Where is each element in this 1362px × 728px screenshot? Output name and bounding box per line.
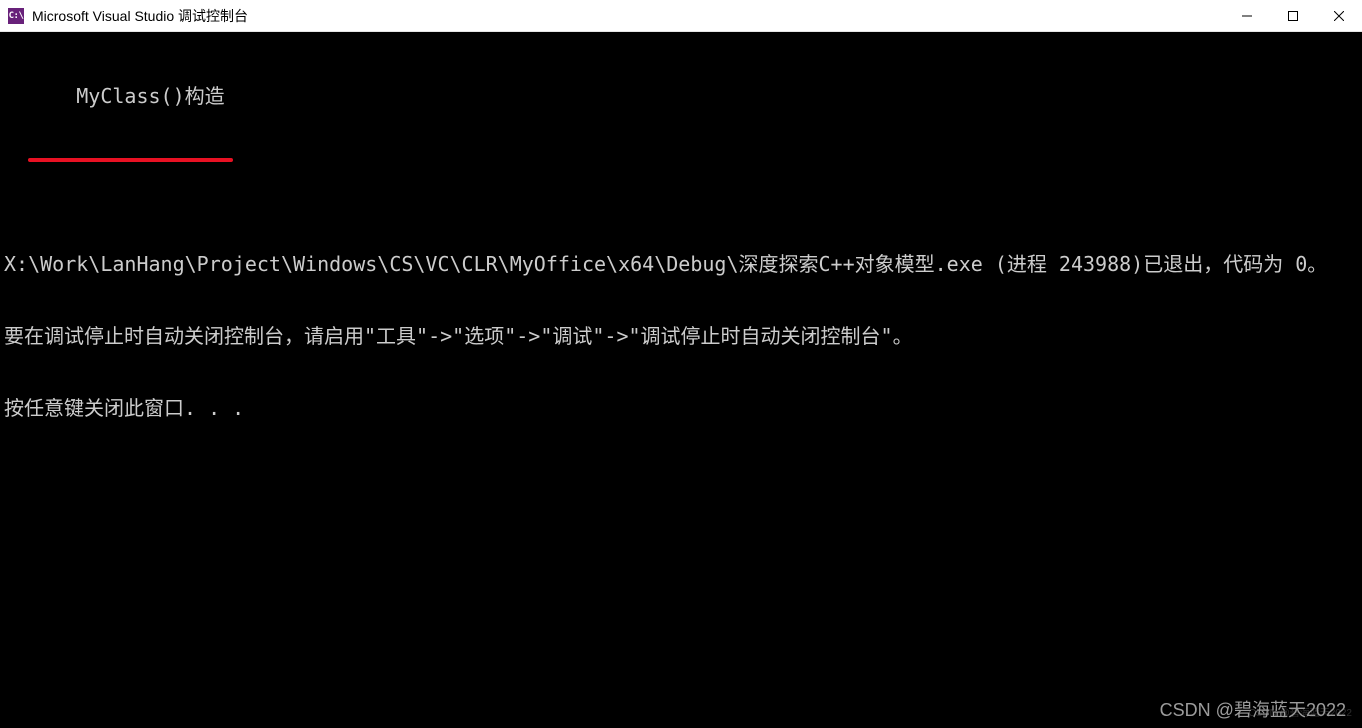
close-button[interactable]: [1316, 0, 1362, 31]
console-output[interactable]: MyClass()构造 X:\Work\LanHang\Project\Wind…: [0, 32, 1362, 728]
blank-line: [4, 180, 1358, 204]
close-icon: [1334, 11, 1344, 21]
exit-message-line: X:\Work\LanHang\Project\Windows\CS\VC\CL…: [4, 252, 1358, 276]
watermark-faint-text: CSDN @碧海蓝天2022: [1248, 702, 1352, 726]
program-output-text: MyClass()构造: [76, 84, 224, 108]
annotation-underline: [28, 158, 233, 162]
auto-close-hint-line: 要在调试停止时自动关闭控制台，请启用"工具"->"选项"->"调试"->"调试停…: [4, 324, 1358, 348]
minimize-icon: [1242, 11, 1252, 21]
maximize-button[interactable]: [1270, 0, 1316, 31]
titlebar[interactable]: C:\ Microsoft Visual Studio 调试控制台: [0, 0, 1362, 32]
window-title: Microsoft Visual Studio 调试控制台: [32, 6, 1224, 26]
watermark-text: CSDN @碧海蓝天2022: [1160, 698, 1346, 722]
program-output-line: MyClass()构造: [28, 60, 225, 156]
window-controls: [1224, 0, 1362, 31]
app-icon: C:\: [8, 8, 24, 24]
minimize-button[interactable]: [1224, 0, 1270, 31]
maximize-icon: [1288, 11, 1298, 21]
press-any-key-line: 按任意键关闭此窗口. . .: [4, 396, 1358, 420]
